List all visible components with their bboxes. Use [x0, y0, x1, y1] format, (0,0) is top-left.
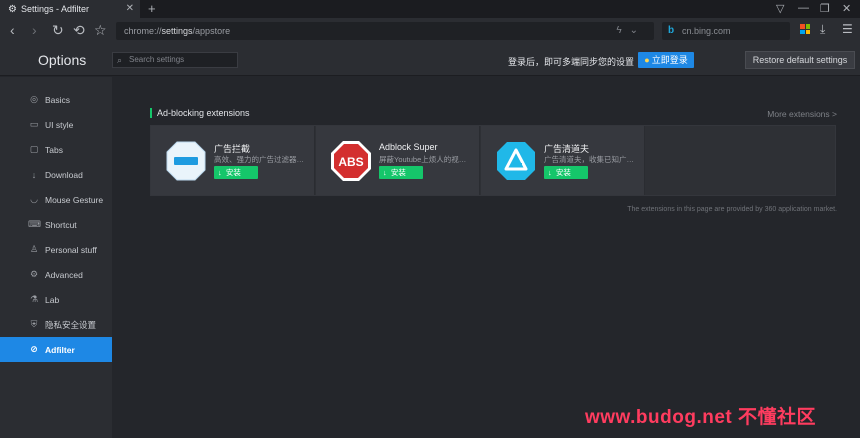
window-icon: ▭ [29, 119, 39, 129]
download-arrow-icon: ↓ [218, 168, 222, 177]
extension-list: 广告拦截 高效、强力的广告过滤器… ↓ 安装 ABS Adblock Super 屏蔽Yo… [150, 125, 836, 196]
sidebar-item[interactable]: ↓ Download [0, 162, 112, 187]
address-bar[interactable]: chrome://settings/appstore ϟ⌄ [116, 22, 654, 40]
navigation-bar: ‹ › ↻ ⟲ ☆ chrome://settings/appstore ϟ⌄ … [0, 18, 860, 44]
extension-card[interactable]: ABS Adblock Super 屏蔽Youtube上烦人的视… ↓ 安装 [316, 126, 480, 195]
tab-bar: ⚙ Settings - Adfilter ✕ + ▽ — ❐ ✕ [0, 0, 860, 18]
extension-card[interactable]: 广告拦截 高效、强力的广告过滤器… ↓ 安装 [151, 126, 315, 195]
back-icon[interactable]: ‹ [10, 22, 15, 38]
shield-icon: ⛨ [30, 319, 38, 329]
download-arrow-icon: ↓ [383, 168, 387, 177]
login-button[interactable]: ● 立即登录 [638, 52, 694, 68]
sidebar-item[interactable]: ⌨ Shortcut [0, 212, 112, 237]
sidebar-item-label: Personal stuff [45, 244, 97, 255]
extension-description: 广告清道夫，收集已知广… [544, 155, 634, 164]
svg-text:ABS: ABS [338, 155, 363, 169]
apps-grid-icon[interactable] [800, 24, 810, 34]
install-label: 安装 [390, 168, 406, 177]
sidebar-item-label: Lab [45, 294, 60, 305]
close-window-icon[interactable]: ✕ [842, 2, 851, 15]
restore-icon[interactable]: ❐ [820, 2, 830, 15]
install-label: 安装 [555, 168, 571, 177]
settings-circle-icon: ◎ [30, 94, 38, 104]
restore-defaults-button[interactable]: Restore default settings [745, 51, 855, 69]
tabs-icon: ▢ [29, 144, 39, 154]
sidebar-item-label: Advanced [45, 269, 83, 280]
login-coin-icon: ● [644, 55, 650, 65]
sidebar-item[interactable]: ⚙ Advanced [0, 262, 112, 287]
bookmark-star-icon[interactable]: ☆ [94, 22, 107, 38]
sidebar-item[interactable]: ⊘ Adfilter [0, 337, 112, 362]
close-tab-icon[interactable]: ✕ [126, 3, 134, 14]
tab-title: Settings - Adfilter [20, 4, 90, 14]
url-scheme: chrome:// [124, 26, 162, 36]
sidebar-item[interactable]: ⚗ Lab [0, 287, 112, 312]
sidebar-item-label: Tabs [45, 144, 63, 155]
mouse-icon: ◡ [30, 194, 38, 204]
sidebar-item-label: 隐私安全设置 [45, 319, 97, 330]
flask-icon: ⚗ [29, 294, 39, 304]
download-manager-icon[interactable]: ⤓ [820, 22, 825, 37]
search-engine-text: cn.bing.com [682, 26, 731, 36]
keyboard-icon: ⌨ [28, 219, 41, 229]
sidebar-item-label: Shortcut [45, 219, 77, 230]
install-button[interactable]: ↓ 安装 [544, 166, 588, 179]
user-icon: ♙ [29, 244, 39, 254]
gear-icon: ⚙ [8, 3, 17, 15]
triangle-logo-icon[interactable] [495, 140, 537, 182]
watermark-text: www.budog.net 不懂社区 [585, 407, 816, 428]
url-path: /appstore [192, 26, 231, 36]
speed-mode-icon[interactable]: ϟ [616, 25, 629, 36]
sidebar-item[interactable]: ⛨ 隐私安全设置 [0, 312, 112, 337]
minimize-icon[interactable]: — [798, 2, 809, 14]
install-button[interactable]: ↓ 安装 [379, 166, 423, 179]
tab-settings-adfilter[interactable]: ⚙ Settings - Adfilter ✕ [0, 0, 140, 18]
options-header: Options ⌕ Search settings 登录后，即可多端同步您的设置… [0, 44, 860, 76]
sidebar-item-label: Adfilter [45, 344, 75, 355]
skin-icon[interactable]: ▽ [776, 2, 784, 15]
install-button[interactable]: ↓ 安装 [214, 166, 258, 179]
login-hint: 登录后，即可多端同步您的设置 [508, 57, 635, 67]
sidebar-item-label: UI style [45, 119, 74, 130]
sidebar-item[interactable]: ◡ Mouse Gesture [0, 187, 112, 212]
extension-description: 高效、强力的广告过滤器… [214, 155, 304, 164]
settings-search-placeholder: Search settings [129, 55, 185, 64]
sidebar-item[interactable]: ▢ Tabs [0, 137, 112, 162]
reload-icon[interactable]: ↻ [52, 22, 64, 38]
forward-icon[interactable]: › [32, 22, 37, 38]
dropdown-chevron-icon[interactable]: ⌄ [630, 25, 646, 36]
install-label: 安装 [225, 168, 241, 177]
undo-icon[interactable]: ⟲ [73, 22, 85, 38]
search-icon: ⌕ [117, 55, 123, 65]
main-content: Ad-blocking extensions More extensions >… [112, 77, 860, 438]
wrench-icon: ⚙ [29, 269, 39, 279]
extension-card[interactable]: 广告清道夫 广告清道夫，收集已知广… ↓ 安装 [481, 126, 645, 195]
more-extensions-link[interactable]: More extensions > [767, 109, 837, 119]
login-button-label: 立即登录 [651, 55, 688, 65]
sidebar-item-label: Download [45, 169, 83, 180]
page-title: Options [38, 52, 87, 68]
abs-stop-sign-icon[interactable]: ABS [330, 140, 372, 182]
extension-description: 屏蔽Youtube上烦人的视… [379, 155, 467, 164]
extension-name[interactable]: Adblock Super [379, 142, 438, 152]
sidebar-item[interactable]: ◎ Basics [0, 87, 112, 112]
search-engine-box[interactable]: b cn.bing.com [662, 22, 790, 40]
settings-search-input[interactable]: ⌕ Search settings [112, 52, 238, 68]
options-sidebar: ◎ Basics ▭ UI style ▢ Tabs ↓ Download ◡ Mouse Ges… [0, 77, 112, 438]
sidebar-item-label: Basics [45, 94, 71, 105]
new-tab-button[interactable]: + [148, 1, 156, 16]
menu-icon[interactable]: ☰ [842, 22, 853, 36]
section-title: Ad-blocking extensions [150, 108, 250, 118]
sidebar-item-label: Mouse Gesture [45, 194, 104, 205]
sidebar-item[interactable]: ♙ Personal stuff [0, 237, 112, 262]
block-icon: ⊘ [30, 344, 38, 354]
ad-block-minus-icon[interactable] [165, 140, 207, 182]
download-arrow-icon: ↓ [548, 168, 552, 177]
footnote: The extensions in this page are provided… [627, 206, 837, 213]
sidebar-item[interactable]: ▭ UI style [0, 112, 112, 137]
url-host: settings [161, 26, 193, 36]
bing-icon: b [668, 25, 675, 36]
download-icon: ↓ [31, 169, 37, 180]
